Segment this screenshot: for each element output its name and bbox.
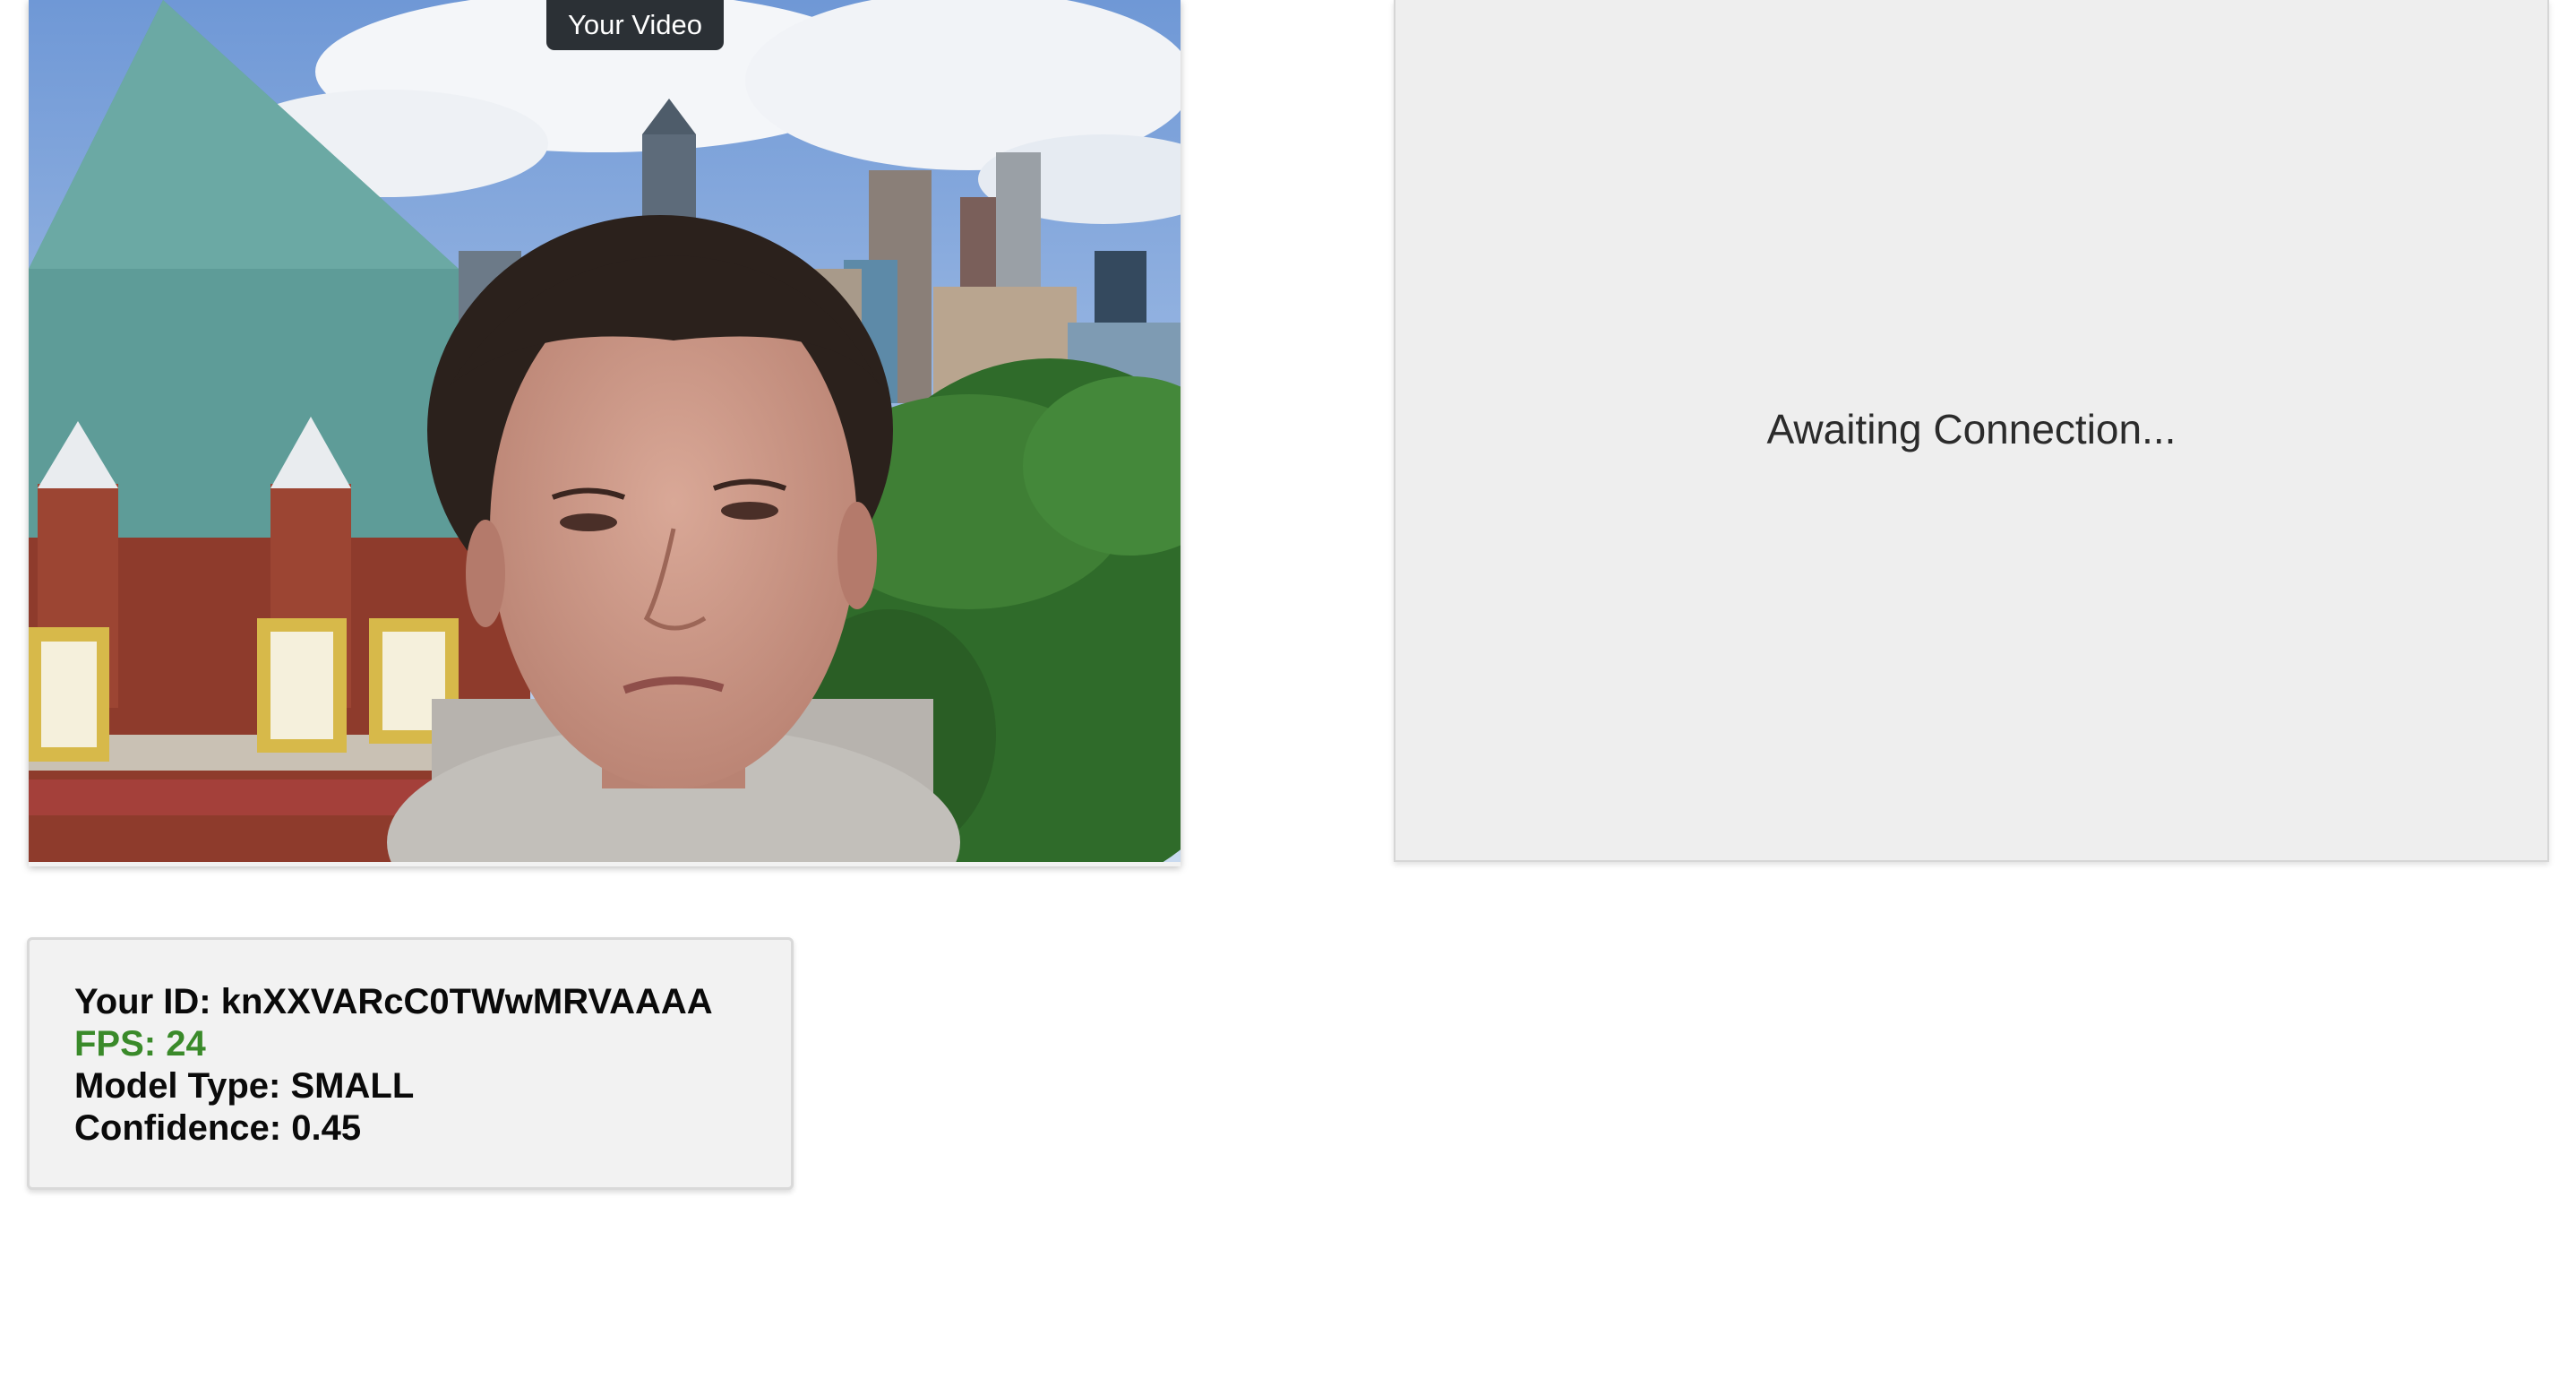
- confidence-stat: Confidence: 0.45: [74, 1107, 791, 1150]
- fps-value: 24: [166, 1024, 206, 1064]
- fps-label: FPS:: [74, 1024, 157, 1064]
- model-type-label: Model Type:: [74, 1066, 281, 1106]
- local-video-feed: Your Video: [29, 0, 1181, 866]
- user-id-stat: Your ID: knXXVARcC0TWwMRVAAAA: [74, 981, 791, 1023]
- your-video-label: Your Video: [546, 0, 724, 50]
- video-call-page: Your Video Awaiting Connection... Your I…: [0, 0, 2576, 1387]
- user-id-value: knXXVARcC0TWwMRVAAAA: [220, 982, 713, 1021]
- user-id-label: Your ID:: [74, 982, 211, 1021]
- connection-status-text: Awaiting Connection...: [1766, 406, 2177, 452]
- virtual-background-image: [29, 0, 1181, 862]
- remote-video-feed: Awaiting Connection...: [1394, 0, 2549, 862]
- model-type-value: SMALL: [290, 1066, 415, 1106]
- confidence-value: 0.45: [291, 1108, 362, 1148]
- model-type-stat: Model Type: SMALL: [74, 1065, 791, 1107]
- confidence-label: Confidence:: [74, 1108, 282, 1148]
- stats-panel: Your ID: knXXVARcC0TWwMRVAAAA FPS: 24 Mo…: [27, 937, 794, 1190]
- fps-stat: FPS: 24: [74, 1023, 791, 1065]
